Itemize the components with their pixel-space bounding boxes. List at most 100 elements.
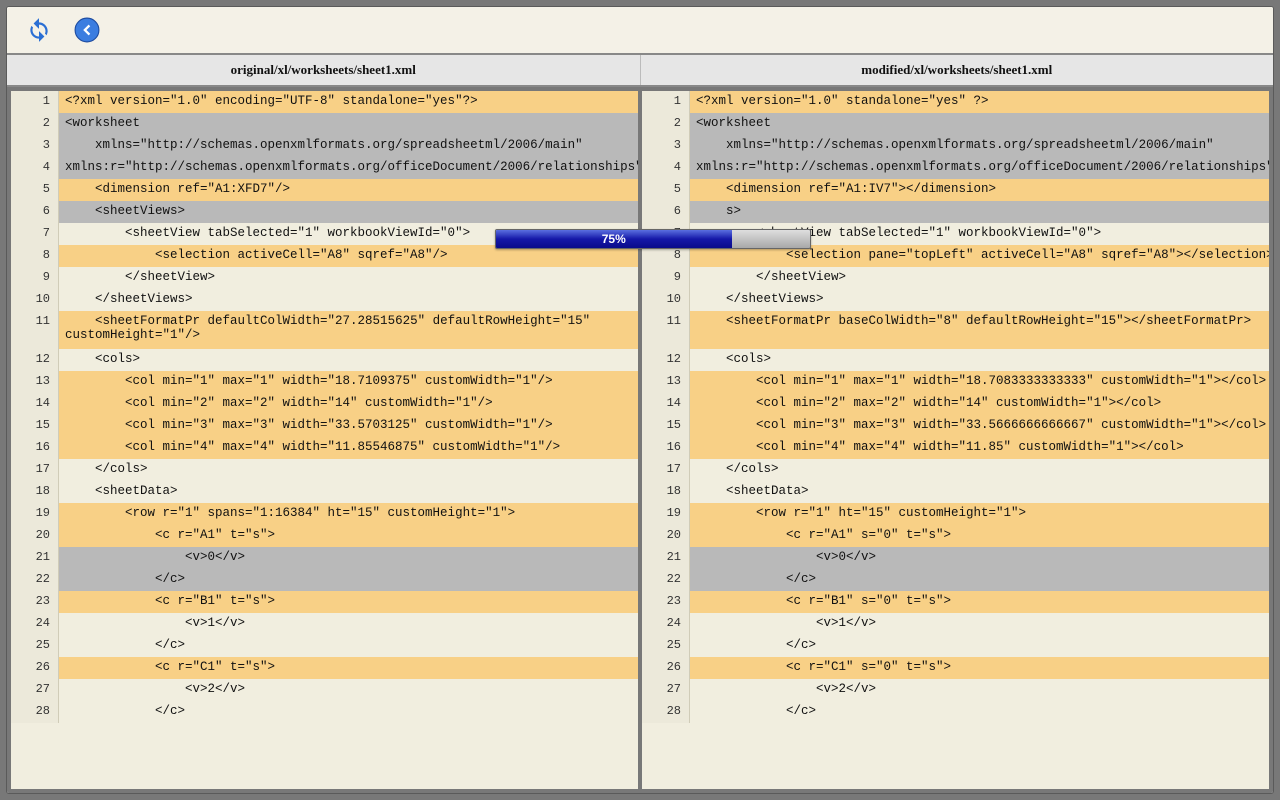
code-line: <sheetData> — [690, 481, 1269, 503]
line-number: 14 — [642, 393, 690, 415]
diff-row[interactable]: 4xmlns:r="http://schemas.openxmlformats.… — [642, 157, 1269, 179]
line-number: 3 — [642, 135, 690, 157]
diff-row[interactable]: 15 <col min="3" max="3" width="33.566666… — [642, 415, 1269, 437]
code-line: <sheetData> — [59, 481, 638, 503]
line-number: 1 — [11, 91, 59, 113]
diff-row[interactable]: 23 <c r="B1" s="0" t="s"> — [642, 591, 1269, 613]
back-arrow-icon — [74, 17, 100, 43]
line-number: 18 — [11, 481, 59, 503]
diff-row[interactable]: 27 <v>2</v> — [11, 679, 638, 701]
diff-row[interactable]: 17 </cols> — [642, 459, 1269, 481]
code-line: <dimension ref="A1:XFD7"/> — [59, 179, 638, 201]
left-pane[interactable]: 1<?xml version="1.0" encoding="UTF-8" st… — [11, 91, 638, 789]
code-line: </sheetView> — [690, 267, 1269, 289]
app-frame: original/xl/worksheets/sheet1.xml modifi… — [0, 0, 1280, 800]
line-number: 4 — [642, 157, 690, 179]
line-number: 5 — [11, 179, 59, 201]
diff-row[interactable]: 21 <v>0</v> — [11, 547, 638, 569]
line-number: 6 — [642, 201, 690, 223]
diff-row[interactable]: 19 <row r="1" ht="15" customHeight="1"> — [642, 503, 1269, 525]
diff-row[interactable]: 13 <col min="1" max="1" width="18.708333… — [642, 371, 1269, 393]
diff-row[interactable]: 10 </sheetViews> — [11, 289, 638, 311]
diff-row[interactable]: 28 </c> — [11, 701, 638, 723]
diff-row[interactable]: 22 </c> — [11, 569, 638, 591]
code-line: </sheetViews> — [690, 289, 1269, 311]
diff-row[interactable]: 24 <v>1</v> — [642, 613, 1269, 635]
line-number: 19 — [642, 503, 690, 525]
code-line: <v>2</v> — [690, 679, 1269, 701]
diff-row[interactable]: 9 </sheetView> — [11, 267, 638, 289]
code-line: </cols> — [690, 459, 1269, 481]
line-number: 13 — [642, 371, 690, 393]
diff-row[interactable]: 20 <c r="A1" t="s"> — [11, 525, 638, 547]
line-number: 8 — [11, 245, 59, 267]
line-number: 22 — [11, 569, 59, 591]
diff-row[interactable]: 5 <dimension ref="A1:XFD7"/> — [11, 179, 638, 201]
diff-row[interactable]: 1<?xml version="1.0" encoding="UTF-8" st… — [11, 91, 638, 113]
code-line: <v>0</v> — [59, 547, 638, 569]
code-line: <col min="4" max="4" width="11.85546875"… — [59, 437, 638, 459]
diff-row[interactable]: 11 <sheetFormatPr defaultColWidth="27.28… — [11, 311, 638, 349]
line-number: 3 — [11, 135, 59, 157]
diff-row[interactable]: 16 <col min="4" max="4" width="11.855468… — [11, 437, 638, 459]
code-line: <worksheet — [59, 113, 638, 135]
diff-row[interactable]: 18 <sheetData> — [642, 481, 1269, 503]
line-number: 21 — [11, 547, 59, 569]
back-button[interactable] — [73, 16, 101, 44]
diff-row[interactable]: 3 xmlns="http://schemas.openxmlformats.o… — [11, 135, 638, 157]
diff-row[interactable]: 14 <col min="2" max="2" width="14" custo… — [11, 393, 638, 415]
line-number: 4 — [11, 157, 59, 179]
diff-row[interactable]: 2<worksheet — [642, 113, 1269, 135]
diff-row[interactable]: 19 <row r="1" spans="1:16384" ht="15" cu… — [11, 503, 638, 525]
line-number: 21 — [642, 547, 690, 569]
diff-row[interactable]: 11 <sheetFormatPr baseColWidth="8" defau… — [642, 311, 1269, 349]
line-number: 15 — [642, 415, 690, 437]
diff-row[interactable]: 16 <col min="4" max="4" width="11.85" cu… — [642, 437, 1269, 459]
code-line: <c r="C1" s="0" t="s"> — [690, 657, 1269, 679]
diff-row[interactable]: 15 <col min="3" max="3" width="33.570312… — [11, 415, 638, 437]
diff-row[interactable]: 21 <v>0</v> — [642, 547, 1269, 569]
code-line: <sheetViews> — [59, 201, 638, 223]
line-number: 7 — [11, 223, 59, 245]
diff-row[interactable]: 27 <v>2</v> — [642, 679, 1269, 701]
refresh-button[interactable] — [25, 16, 53, 44]
code-line: <cols> — [690, 349, 1269, 371]
diff-row[interactable]: 3 xmlns="http://schemas.openxmlformats.o… — [642, 135, 1269, 157]
diff-row[interactable]: 13 <col min="1" max="1" width="18.710937… — [11, 371, 638, 393]
diff-row[interactable]: 23 <c r="B1" t="s"> — [11, 591, 638, 613]
diff-row[interactable]: 1<?xml version="1.0" standalone="yes" ?> — [642, 91, 1269, 113]
diff-row[interactable]: 20 <c r="A1" s="0" t="s"> — [642, 525, 1269, 547]
diff-row[interactable]: 6 <sheetViews> — [11, 201, 638, 223]
line-number: 27 — [642, 679, 690, 701]
diff-row[interactable]: 5 <dimension ref="A1:IV7"></dimension> — [642, 179, 1269, 201]
code-line: <worksheet — [690, 113, 1269, 135]
code-line: <col min="4" max="4" width="11.85" custo… — [690, 437, 1269, 459]
code-line: <row r="1" spans="1:16384" ht="15" custo… — [59, 503, 638, 525]
diff-row[interactable]: 10 </sheetViews> — [642, 289, 1269, 311]
right-pane[interactable]: 1<?xml version="1.0" standalone="yes" ?>… — [642, 91, 1269, 789]
diff-row[interactable]: 26 <c r="C1" t="s"> — [11, 657, 638, 679]
line-number: 9 — [11, 267, 59, 289]
diff-row[interactable]: 22 </c> — [642, 569, 1269, 591]
code-line: </c> — [690, 701, 1269, 723]
diff-row[interactable]: 17 </cols> — [11, 459, 638, 481]
diff-row[interactable]: 24 <v>1</v> — [11, 613, 638, 635]
diff-row[interactable]: 25 </c> — [11, 635, 638, 657]
diff-row[interactable]: 14 <col min="2" max="2" width="14" custo… — [642, 393, 1269, 415]
line-number: 28 — [642, 701, 690, 723]
diff-row[interactable]: 4xmlns:r="http://schemas.openxmlformats.… — [11, 157, 638, 179]
line-number: 1 — [642, 91, 690, 113]
diff-row[interactable]: 9 </sheetView> — [642, 267, 1269, 289]
code-line: </c> — [690, 569, 1269, 591]
main-window: original/xl/worksheets/sheet1.xml modifi… — [6, 6, 1274, 794]
diff-row[interactable]: 26 <c r="C1" s="0" t="s"> — [642, 657, 1269, 679]
diff-row[interactable]: 18 <sheetData> — [11, 481, 638, 503]
diff-row[interactable]: 12 <cols> — [642, 349, 1269, 371]
diff-row[interactable]: 28 </c> — [642, 701, 1269, 723]
diff-row[interactable]: 2<worksheet — [11, 113, 638, 135]
diff-row[interactable]: 6 s> — [642, 201, 1269, 223]
diff-row[interactable]: 25 </c> — [642, 635, 1269, 657]
code-line: <col min="1" max="1" width="18.7109375" … — [59, 371, 638, 393]
diff-row[interactable]: 12 <cols> — [11, 349, 638, 371]
line-number: 6 — [11, 201, 59, 223]
